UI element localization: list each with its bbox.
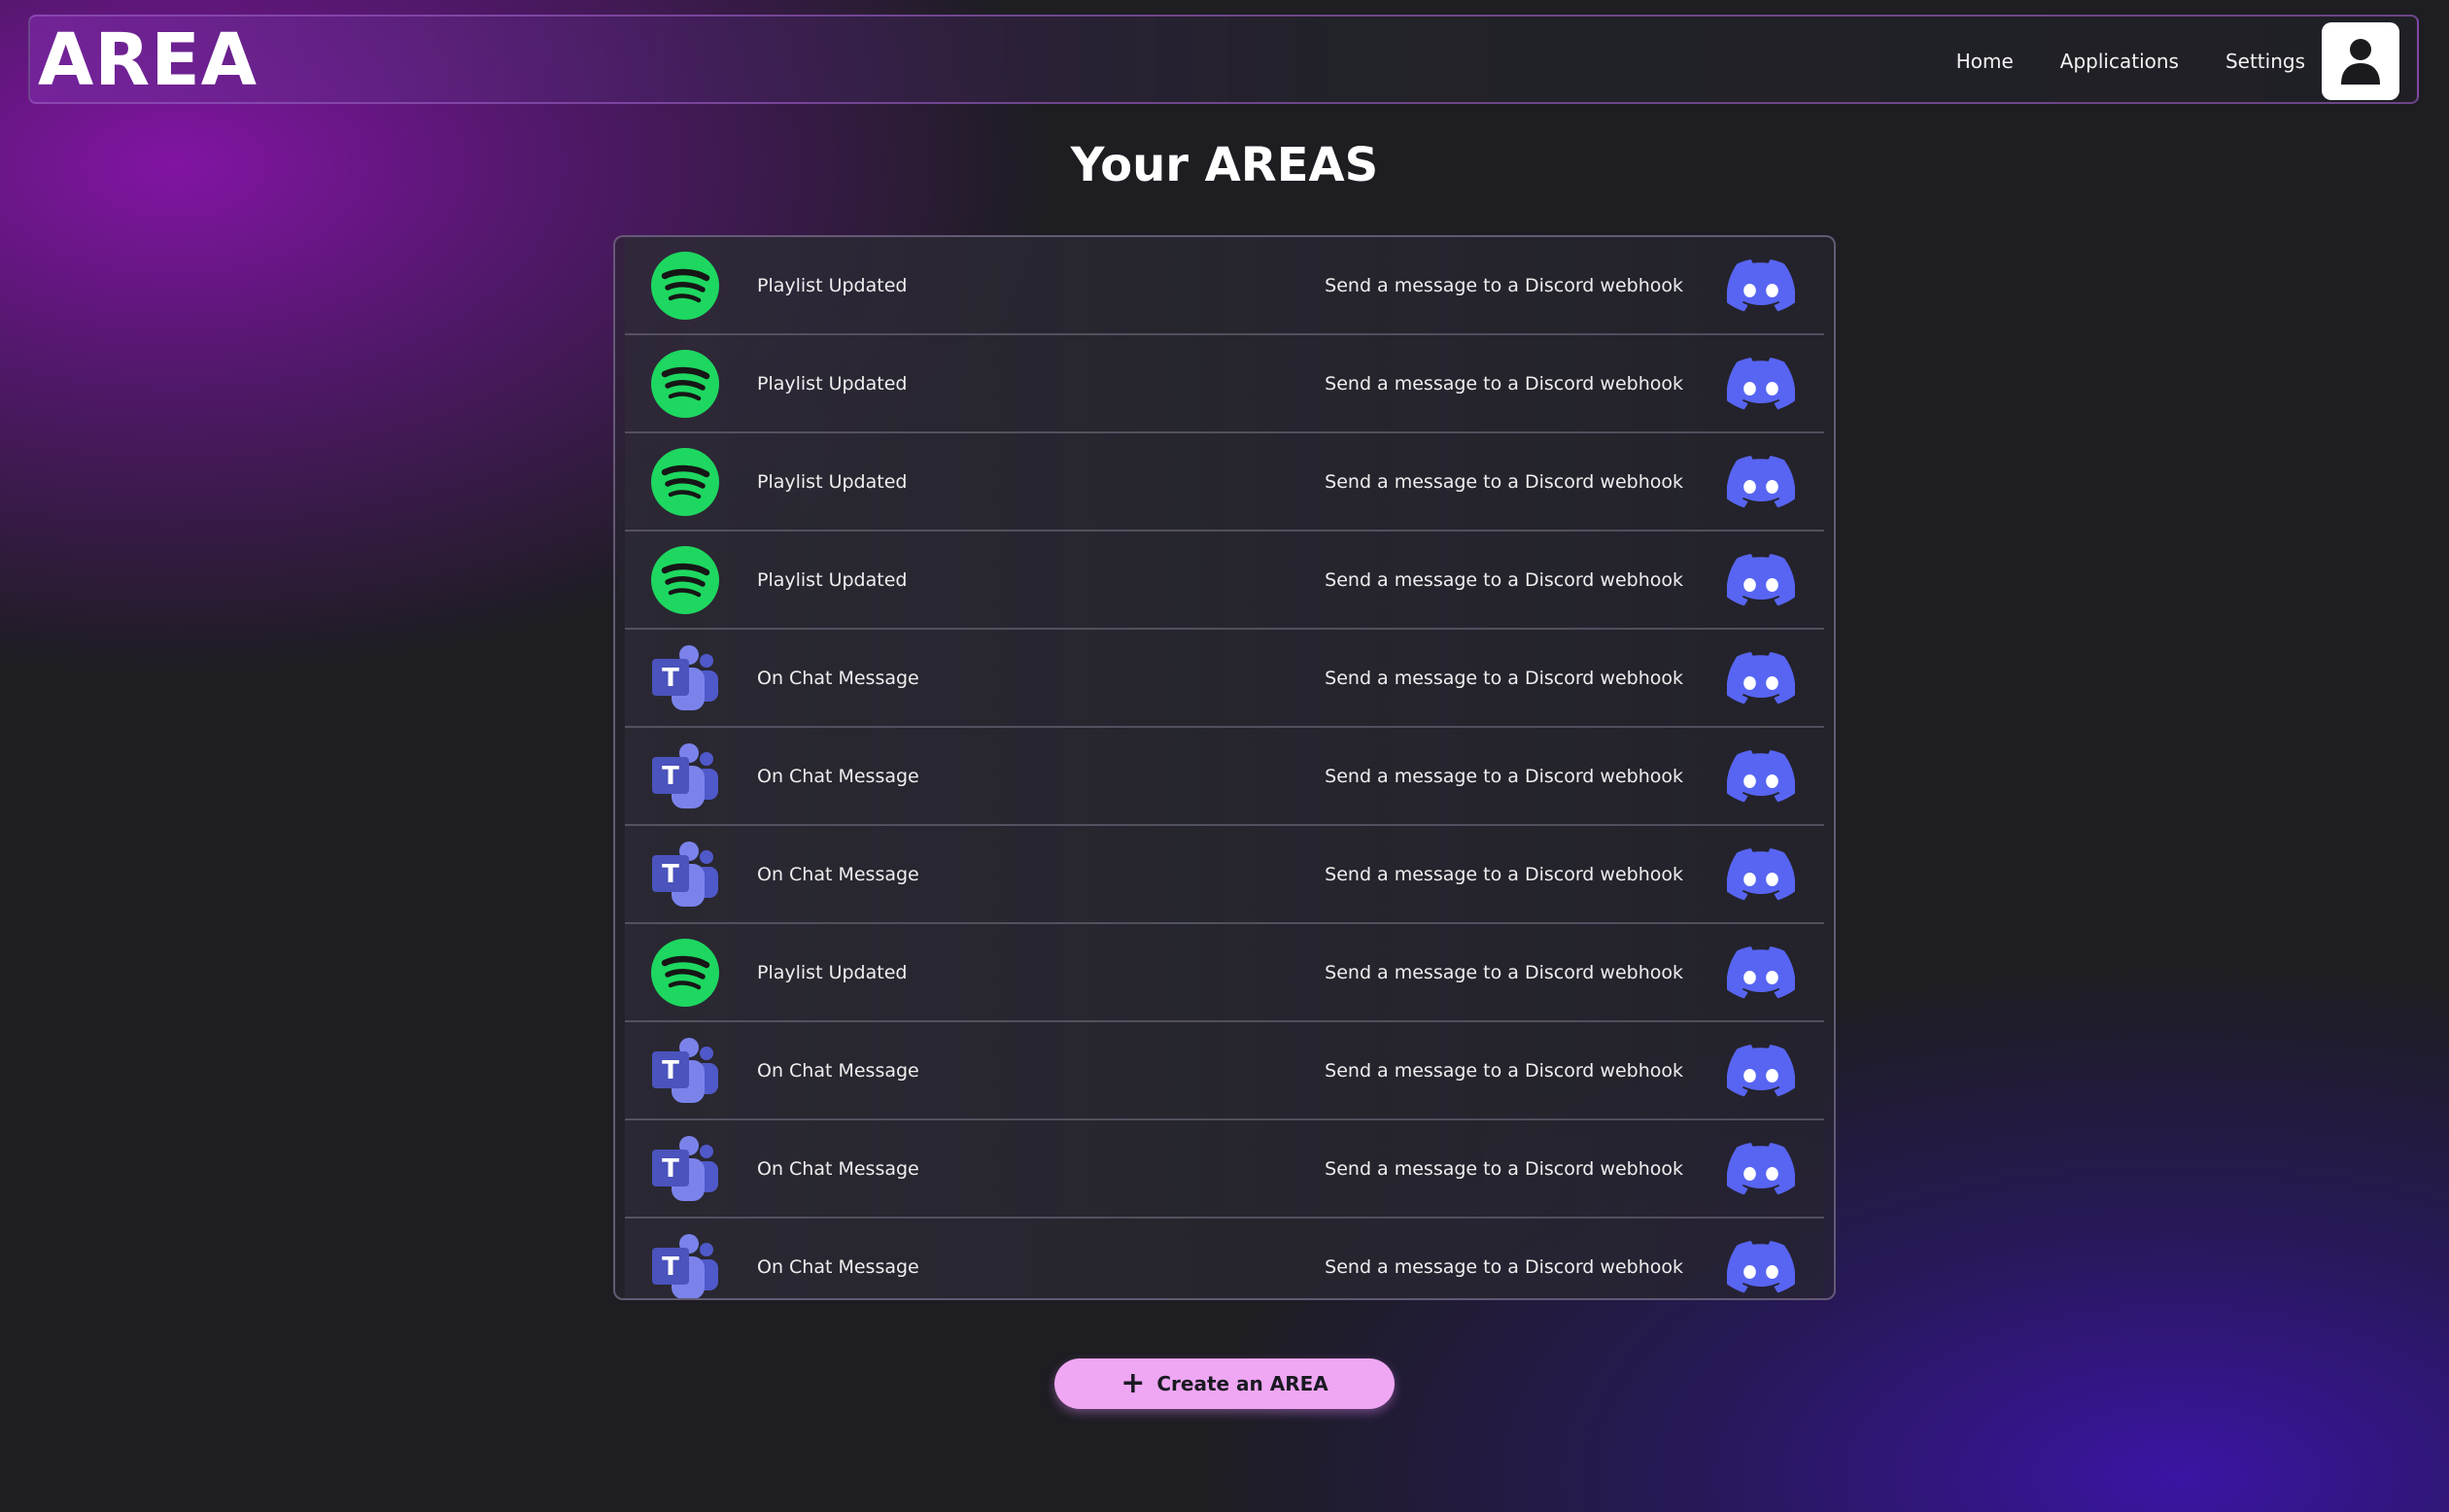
teams-icon: T	[650, 840, 720, 910]
area-row[interactable]: T On Chat Message Send a message to a Dis…	[625, 630, 1824, 728]
trigger-label: Playlist Updated	[757, 470, 908, 493]
reaction-label: Send a message to a Discord webhook	[1325, 765, 1683, 787]
area-row[interactable]: T On Chat Message Send a message to a Dis…	[625, 1219, 1824, 1298]
spotify-icon	[650, 251, 720, 321]
svg-text:T: T	[662, 1253, 679, 1282]
area-row[interactable]: T On Chat Message Send a message to a Dis…	[625, 1120, 1824, 1219]
area-row[interactable]: T On Chat Message Send a message to a Dis…	[625, 826, 1824, 924]
trigger-label: Playlist Updated	[757, 961, 908, 983]
discord-icon	[1726, 651, 1796, 705]
reaction-label: Send a message to a Discord webhook	[1325, 470, 1683, 493]
reaction-label: Send a message to a Discord webhook	[1325, 863, 1683, 885]
trigger-label: On Chat Message	[757, 1157, 919, 1180]
discord-icon	[1726, 455, 1796, 509]
brand-logo[interactable]: AREA	[38, 18, 258, 102]
reaction-label: Send a message to a Discord webhook	[1325, 667, 1683, 689]
area-row[interactable]: Playlist Updated Send a message to a Disc…	[625, 532, 1824, 630]
reaction-label: Send a message to a Discord webhook	[1325, 1255, 1683, 1278]
top-navbar: AREA Home Applications Settings	[28, 15, 2419, 104]
trigger-label: Playlist Updated	[757, 372, 908, 395]
svg-text:T: T	[662, 860, 679, 889]
spotify-icon	[650, 545, 720, 615]
nav-settings-link[interactable]: Settings	[2225, 50, 2305, 73]
trigger-label: Playlist Updated	[757, 274, 908, 296]
trigger-label: On Chat Message	[757, 667, 919, 689]
teams-icon: T	[650, 1036, 720, 1106]
areas-list: Playlist Updated Send a message to a Disc…	[613, 235, 1836, 1300]
trigger-label: Playlist Updated	[757, 568, 908, 591]
svg-text:T: T	[662, 1056, 679, 1085]
nav-applications-link[interactable]: Applications	[2060, 50, 2179, 73]
reaction-label: Send a message to a Discord webhook	[1325, 1157, 1683, 1180]
area-row[interactable]: Playlist Updated Send a message to a Disc…	[625, 335, 1824, 433]
teams-icon: T	[650, 741, 720, 811]
trigger-label: On Chat Message	[757, 1255, 919, 1278]
reaction-label: Send a message to a Discord webhook	[1325, 568, 1683, 591]
trigger-label: On Chat Message	[757, 863, 919, 885]
reaction-label: Send a message to a Discord webhook	[1325, 961, 1683, 983]
discord-icon	[1726, 945, 1796, 1000]
create-area-label: Create an AREA	[1156, 1372, 1328, 1395]
reaction-label: Send a message to a Discord webhook	[1325, 1059, 1683, 1082]
teams-icon: T	[650, 643, 720, 713]
svg-text:T: T	[662, 664, 679, 693]
teams-icon: T	[650, 1134, 720, 1204]
reaction-label: Send a message to a Discord webhook	[1325, 372, 1683, 395]
teams-icon: T	[650, 1232, 720, 1298]
svg-text:T: T	[662, 1154, 679, 1184]
area-row[interactable]: Playlist Updated Send a message to a Disc…	[625, 237, 1824, 335]
discord-icon	[1726, 1240, 1796, 1294]
area-row[interactable]: Playlist Updated Send a message to a Disc…	[625, 924, 1824, 1022]
trigger-label: On Chat Message	[757, 1059, 919, 1082]
create-area-button[interactable]: + Create an AREA	[1054, 1358, 1395, 1409]
discord-icon	[1726, 749, 1796, 804]
plus-icon: +	[1121, 1366, 1146, 1400]
discord-icon	[1726, 553, 1796, 607]
discord-icon	[1726, 847, 1796, 902]
profile-button[interactable]	[2322, 22, 2399, 100]
reaction-label: Send a message to a Discord webhook	[1325, 274, 1683, 296]
page-title: Your AREAS	[1070, 138, 1379, 192]
user-icon	[2341, 39, 2380, 85]
discord-icon	[1726, 1142, 1796, 1196]
spotify-icon	[650, 447, 720, 517]
area-row[interactable]: T On Chat Message Send a message to a Dis…	[625, 1022, 1824, 1120]
main-nav: Home Applications Settings	[1956, 17, 2305, 106]
area-row[interactable]: T On Chat Message Send a message to a Dis…	[625, 728, 1824, 826]
trigger-label: On Chat Message	[757, 765, 919, 787]
discord-icon	[1726, 357, 1796, 411]
nav-home-link[interactable]: Home	[1956, 50, 2014, 73]
spotify-icon	[650, 349, 720, 419]
spotify-icon	[650, 938, 720, 1008]
area-row[interactable]: Playlist Updated Send a message to a Disc…	[625, 433, 1824, 532]
discord-icon	[1726, 1044, 1796, 1098]
discord-icon	[1726, 258, 1796, 313]
svg-text:T: T	[662, 762, 679, 791]
